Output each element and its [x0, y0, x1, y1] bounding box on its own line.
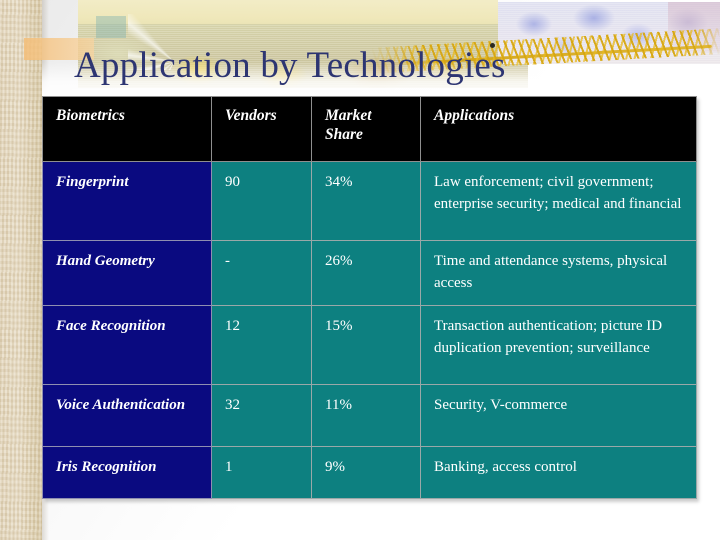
table-row: Hand Geometry - 26% Time and attendance …: [42, 240, 697, 306]
column-header-vendors: Vendors: [211, 96, 312, 162]
table-row: Iris Recognition 1 9% Banking, access co…: [42, 446, 697, 499]
page-title: Application by Technologies: [74, 45, 506, 86]
table-header-row: Biometrics Vendors Market Share Applicat…: [42, 96, 697, 162]
cell-applications: Banking, access control: [420, 446, 697, 499]
table-row: Face Recognition 12 15% Transaction auth…: [42, 305, 697, 385]
cell-vendors: 32: [211, 384, 312, 447]
column-header-applications: Applications: [420, 96, 697, 162]
cell-vendors: 1: [211, 446, 312, 499]
cell-market-share: 26%: [311, 240, 421, 306]
cell-market-share: 11%: [311, 384, 421, 447]
cell-market-share: 34%: [311, 161, 421, 241]
biometrics-table: Biometrics Vendors Market Share Applicat…: [42, 96, 697, 499]
cell-biometrics: Iris Recognition: [42, 446, 212, 499]
column-header-biometrics: Biometrics: [42, 96, 212, 162]
table-row: Voice Authentication 32 11% Security, V-…: [42, 384, 697, 447]
cell-applications: Law enforcement; civil government; enter…: [420, 161, 697, 241]
cell-applications: Security, V-commerce: [420, 384, 697, 447]
slide-canvas: Application by Technologies Biometrics V…: [0, 0, 720, 540]
cell-biometrics: Voice Authentication: [42, 384, 212, 447]
cell-biometrics: Face Recognition: [42, 305, 212, 385]
cell-vendors: -: [211, 240, 312, 306]
cell-market-share: 15%: [311, 305, 421, 385]
cell-applications: Time and attendance systems, physical ac…: [420, 240, 697, 306]
cell-market-share: 9%: [311, 446, 421, 499]
table-header: Biometrics Vendors Market Share Applicat…: [42, 96, 697, 162]
cell-vendors: 90: [211, 161, 312, 241]
cell-biometrics: Hand Geometry: [42, 240, 212, 306]
banner-teal-accent: [96, 16, 126, 38]
table-row: Fingerprint 90 34% Law enforcement; civi…: [42, 161, 697, 241]
table-body: Fingerprint 90 34% Law enforcement; civi…: [42, 161, 697, 499]
column-header-market-share: Market Share: [311, 96, 421, 162]
cell-biometrics: Fingerprint: [42, 161, 212, 241]
cell-vendors: 12: [211, 305, 312, 385]
cell-applications: Transaction authentication; picture ID d…: [420, 305, 697, 385]
biometrics-table-container: Biometrics Vendors Market Share Applicat…: [42, 96, 697, 499]
